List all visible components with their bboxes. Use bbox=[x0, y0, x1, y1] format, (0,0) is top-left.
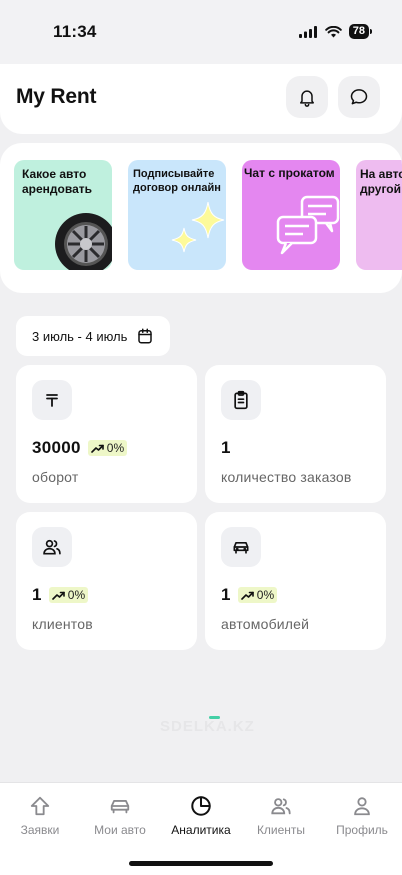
app-header: My Rent bbox=[0, 64, 402, 134]
story-card-which-car[interactable]: Какое авто арендовать bbox=[14, 160, 112, 270]
chat-bubbles-icon bbox=[276, 195, 340, 255]
stat-value: 30000 bbox=[32, 438, 81, 457]
story-card-sign-contract[interactable]: Подписывайте договор онлайн bbox=[128, 160, 226, 270]
users-icon bbox=[271, 798, 291, 815]
stat-label: количество заказов bbox=[221, 469, 352, 485]
status-time: 11:34 bbox=[53, 22, 97, 41]
stories-carousel: Какое авто арендовать Подписывайте догов… bbox=[0, 143, 402, 293]
status-icons: 78 bbox=[298, 24, 373, 39]
tab-analytics[interactable]: Аналитика bbox=[161, 795, 241, 837]
stat-card-turnover: 30000 0% оборот bbox=[16, 365, 197, 503]
wifi-icon bbox=[324, 25, 342, 37]
tenge-icon bbox=[32, 380, 72, 420]
stat-card-orders: 1 количество заказов bbox=[205, 365, 386, 503]
date-range-label: 3 июль - 4 июль bbox=[32, 328, 128, 344]
story-title: Подписывайте договор онлайн bbox=[133, 168, 221, 194]
tab-profile[interactable]: Профиль bbox=[322, 795, 402, 837]
bell-icon bbox=[300, 90, 314, 107]
story-card-other[interactable]: На авто другой bbox=[356, 160, 402, 270]
car-icon bbox=[110, 800, 130, 814]
stat-value: 1 bbox=[221, 438, 231, 457]
stat-card-cars: 1 0% автомобилей bbox=[205, 512, 386, 650]
story-card-chat[interactable]: Чат с прокатом bbox=[242, 160, 340, 270]
trend-badge: 0% bbox=[87, 440, 128, 456]
date-range-picker[interactable]: 3 июль - 4 июль bbox=[16, 316, 170, 356]
stat-label: оборот bbox=[32, 469, 79, 485]
trend-up-icon bbox=[51, 591, 65, 600]
stat-label: клиентов bbox=[32, 616, 93, 632]
status-bar: 11:34 78 bbox=[0, 0, 402, 64]
chat-icon bbox=[350, 89, 368, 105]
calendar-icon bbox=[138, 328, 153, 344]
pie-chart-icon bbox=[191, 796, 211, 816]
tab-requests[interactable]: Заявки bbox=[0, 795, 80, 837]
sparkle-icon bbox=[171, 202, 225, 253]
page-title: My Rent bbox=[16, 85, 97, 108]
car-icon bbox=[221, 527, 261, 567]
watermark-accent bbox=[209, 716, 220, 719]
messages-button[interactable] bbox=[338, 76, 380, 118]
trend-badge: 0% bbox=[237, 587, 278, 603]
home-icon bbox=[30, 796, 50, 816]
tab-my-cars[interactable]: Мои авто bbox=[80, 795, 160, 837]
stat-value: 1 bbox=[32, 585, 42, 604]
stat-value: 1 bbox=[221, 585, 231, 604]
trend-up-icon bbox=[240, 591, 254, 600]
profile-icon bbox=[354, 797, 370, 816]
battery-indicator: 78 bbox=[348, 24, 373, 39]
wheel-icon bbox=[55, 213, 112, 270]
stat-card-clients: 1 0% клиентов bbox=[16, 512, 197, 650]
home-indicator bbox=[129, 861, 273, 866]
tab-clients[interactable]: Клиенты bbox=[241, 795, 321, 837]
trend-badge: 0% bbox=[48, 587, 89, 603]
stat-label: автомобилей bbox=[221, 616, 310, 632]
clipboard-icon bbox=[221, 380, 261, 420]
signal-icon bbox=[298, 25, 317, 38]
trend-up-icon bbox=[90, 444, 104, 453]
users-icon bbox=[32, 527, 72, 567]
story-title: Какое авто арендовать bbox=[22, 167, 93, 196]
story-title: Чат с прокатом bbox=[244, 166, 335, 180]
story-title: На авто другой bbox=[360, 167, 402, 196]
watermark: SDELKA.KZ bbox=[160, 718, 255, 735]
notifications-button[interactable] bbox=[286, 76, 328, 118]
